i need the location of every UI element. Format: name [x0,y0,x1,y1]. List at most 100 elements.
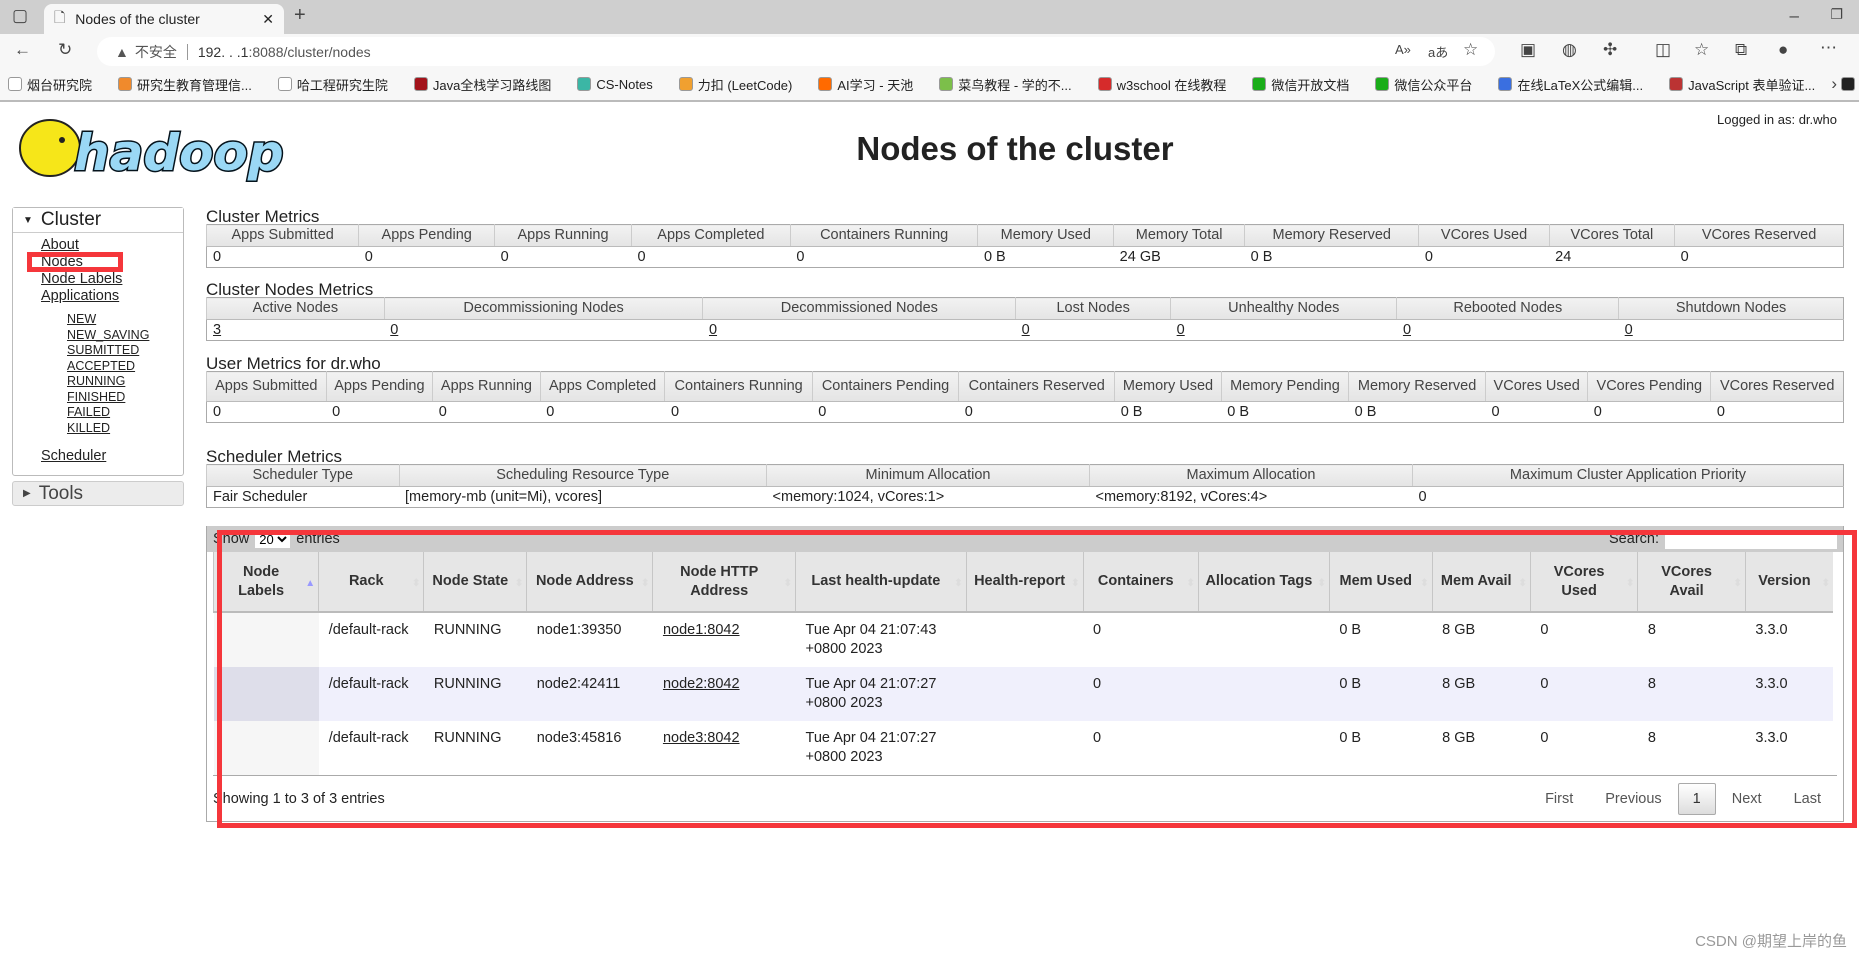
hadoop-logo[interactable]: hadoop [12,110,312,185]
node-http-link[interactable]: node1:8042 [663,622,740,638]
sortable-column-header[interactable]: Node Labels ▲ [212,552,319,613]
pager-next[interactable]: Next [1716,791,1778,807]
refresh-icon[interactable]: ↻ [58,40,72,60]
metric-value[interactable]: 0 [1619,320,1844,341]
table-cell[interactable]: node1:8042 [652,612,796,667]
metric-value[interactable]: 0 [703,320,1016,341]
favorites-icon[interactable]: ☆ [1694,40,1709,60]
search-input[interactable] [1665,529,1837,549]
sort-both-icon: ⬍ [514,578,524,589]
bookmark-item[interactable]: 计算机经典书籍 [1841,75,1859,94]
metric-link[interactable]: 0 [1625,322,1633,338]
metric-value[interactable]: 0 [1171,320,1397,341]
metric-link[interactable]: 0 [390,322,398,338]
sidebar-app-state-finished[interactable]: FINISHED [13,390,183,406]
metric-link[interactable]: 0 [1022,322,1030,338]
bookmark-item[interactable]: 微信公众平台 [1375,75,1472,94]
bookmark-item[interactable]: 菜鸟教程 - 学的不... [939,75,1072,94]
bookmark-item[interactable]: AI学习 - 天池 [818,75,913,94]
table-cell[interactable]: node3:8042 [652,721,796,775]
close-tab-icon[interactable]: ✕ [262,11,274,28]
sort-both-icon: ⬍ [1420,578,1429,589]
header-label: Mem Avail [1440,573,1512,589]
bookmark-item[interactable]: CS-Notes [577,77,653,92]
bookmark-item[interactable]: 在线LaTeX公式编辑... [1498,75,1643,94]
sortable-column-header[interactable]: Node Address ⬍ [526,552,653,613]
browser-tab[interactable]: 🗋 Nodes of the cluster ✕ [44,4,284,34]
sortable-column-header[interactable]: Node State ⬍ [423,552,527,613]
new-tab-icon[interactable]: + [294,4,306,27]
metric-link[interactable]: 0 [1177,322,1185,338]
bookmarks-more-icon[interactable]: › [1831,74,1837,94]
pager-last[interactable]: Last [1778,791,1837,807]
bookmark-item[interactable]: 哈工程研究生院 [277,75,388,94]
split-screen-icon[interactable]: ◫ [1655,40,1671,60]
metric-value[interactable]: 0 [384,320,703,341]
translate-icon[interactable]: aあ [1428,42,1448,61]
table-cell: 0 [1530,667,1638,721]
bookmark-item[interactable]: 微信开放文档 [1252,75,1349,94]
metric-value: 0 B [983,249,1006,265]
bookmark-item[interactable]: Java全栈学习路线图 [413,75,551,94]
sortable-column-header[interactable]: Allocation Tags ⬍ [1197,552,1330,613]
pager-previous[interactable]: Previous [1589,791,1677,807]
node-http-link[interactable]: node2:8042 [663,676,740,692]
sortable-column-header[interactable]: Version ⬍ [1744,552,1833,613]
metric-link[interactable]: 0 [709,322,717,338]
sidebar-app-state-accepted[interactable]: ACCEPTED [13,359,183,375]
table-cell[interactable]: node2:8042 [652,667,796,721]
restore-icon[interactable]: ❐ [1830,6,1843,23]
node-http-link[interactable]: node3:8042 [663,730,740,746]
sidebar-app-state-running[interactable]: RUNNING [13,374,183,390]
table-cell: 8 [1637,721,1746,775]
metric-value[interactable]: 0 [1397,320,1619,341]
bookmark-item[interactable]: JavaScript 表单验证... [1669,75,1815,94]
collections-icon[interactable]: ⧉ [1735,40,1747,60]
profile-icon[interactable]: ● [1778,40,1788,60]
read-aloud-icon[interactable]: A» [1395,42,1411,57]
metric-link[interactable]: 0 [1403,322,1411,338]
minimize-icon[interactable]: – [1790,6,1799,26]
bookmark-item[interactable]: 研究生教育管理信... [118,75,252,94]
pager-1[interactable]: 1 [1677,782,1716,815]
sidebar-app-state-new_saving[interactable]: NEW_SAVING [13,328,183,344]
sidebar-link-scheduler[interactable]: Scheduler [13,448,183,465]
sidebar-app-state-new[interactable]: NEW [13,312,183,328]
sidebar-app-state-failed[interactable]: FAILED [13,405,183,421]
sortable-column-header[interactable]: Health-report ⬍ [965,552,1084,613]
bookmark-item[interactable]: 力扣 (LeetCode) [678,75,792,94]
sidebar-toggle-icon[interactable]: ▢ [12,6,28,26]
sidebar-link-nodes[interactable]: Nodes [13,254,183,271]
sidebar-app-state-killed[interactable]: KILLED [13,421,183,437]
more-icon[interactable]: ⋯ [1820,38,1837,58]
bookmark-item[interactable]: w3school 在线教程 [1097,75,1226,94]
sortable-column-header[interactable]: Mem Avail ⬍ [1431,552,1531,613]
extension-icon[interactable]: ▣ [1520,40,1536,60]
sortable-column-header[interactable]: VCores Avail ⬍ [1637,552,1746,613]
extension-paused-icon[interactable]: ◍ [1562,40,1577,60]
sortable-column-header[interactable]: Node HTTP Address ⬍ [652,552,796,613]
pager-first[interactable]: First [1529,791,1589,807]
metric-link[interactable]: 3 [213,322,221,338]
extensions-icon[interactable]: ✣ [1603,40,1617,60]
sortable-column-header[interactable]: Last health-update ⬍ [795,552,967,613]
favorite-add-icon[interactable]: ☆ [1463,40,1478,60]
metric-value[interactable]: 3 [207,320,385,341]
bookmark-item[interactable]: 烟台研究院 [8,75,92,94]
tools-section-header[interactable]: ▶ Tools [12,481,184,506]
cluster-section-header[interactable]: ▼ Cluster [13,208,183,233]
sidebar-link-applications[interactable]: Applications [13,288,183,305]
sidebar-link-about[interactable]: About [13,237,183,254]
sidebar-app-state-submitted[interactable]: SUBMITTED [13,343,183,359]
sortable-column-header[interactable]: Rack ⬍ [318,552,424,613]
url-field[interactable]: ▲ 不安全 192. . .1 :8088/cluster/nodes [97,37,1495,66]
page-size-select[interactable]: 20 [255,530,291,548]
bookmark-label: 哈工程研究生院 [296,77,388,93]
metric-value[interactable]: 0 [1016,320,1171,341]
back-icon[interactable]: ← [14,40,31,60]
sortable-column-header[interactable]: Containers ⬍ [1082,552,1199,613]
sidebar-link-node-labels[interactable]: Node Labels [13,271,183,288]
sortable-column-header[interactable]: VCores Used ⬍ [1529,552,1638,613]
sortable-column-header[interactable]: Mem Used ⬍ [1328,552,1433,613]
table-cell: 0 [1083,721,1199,775]
